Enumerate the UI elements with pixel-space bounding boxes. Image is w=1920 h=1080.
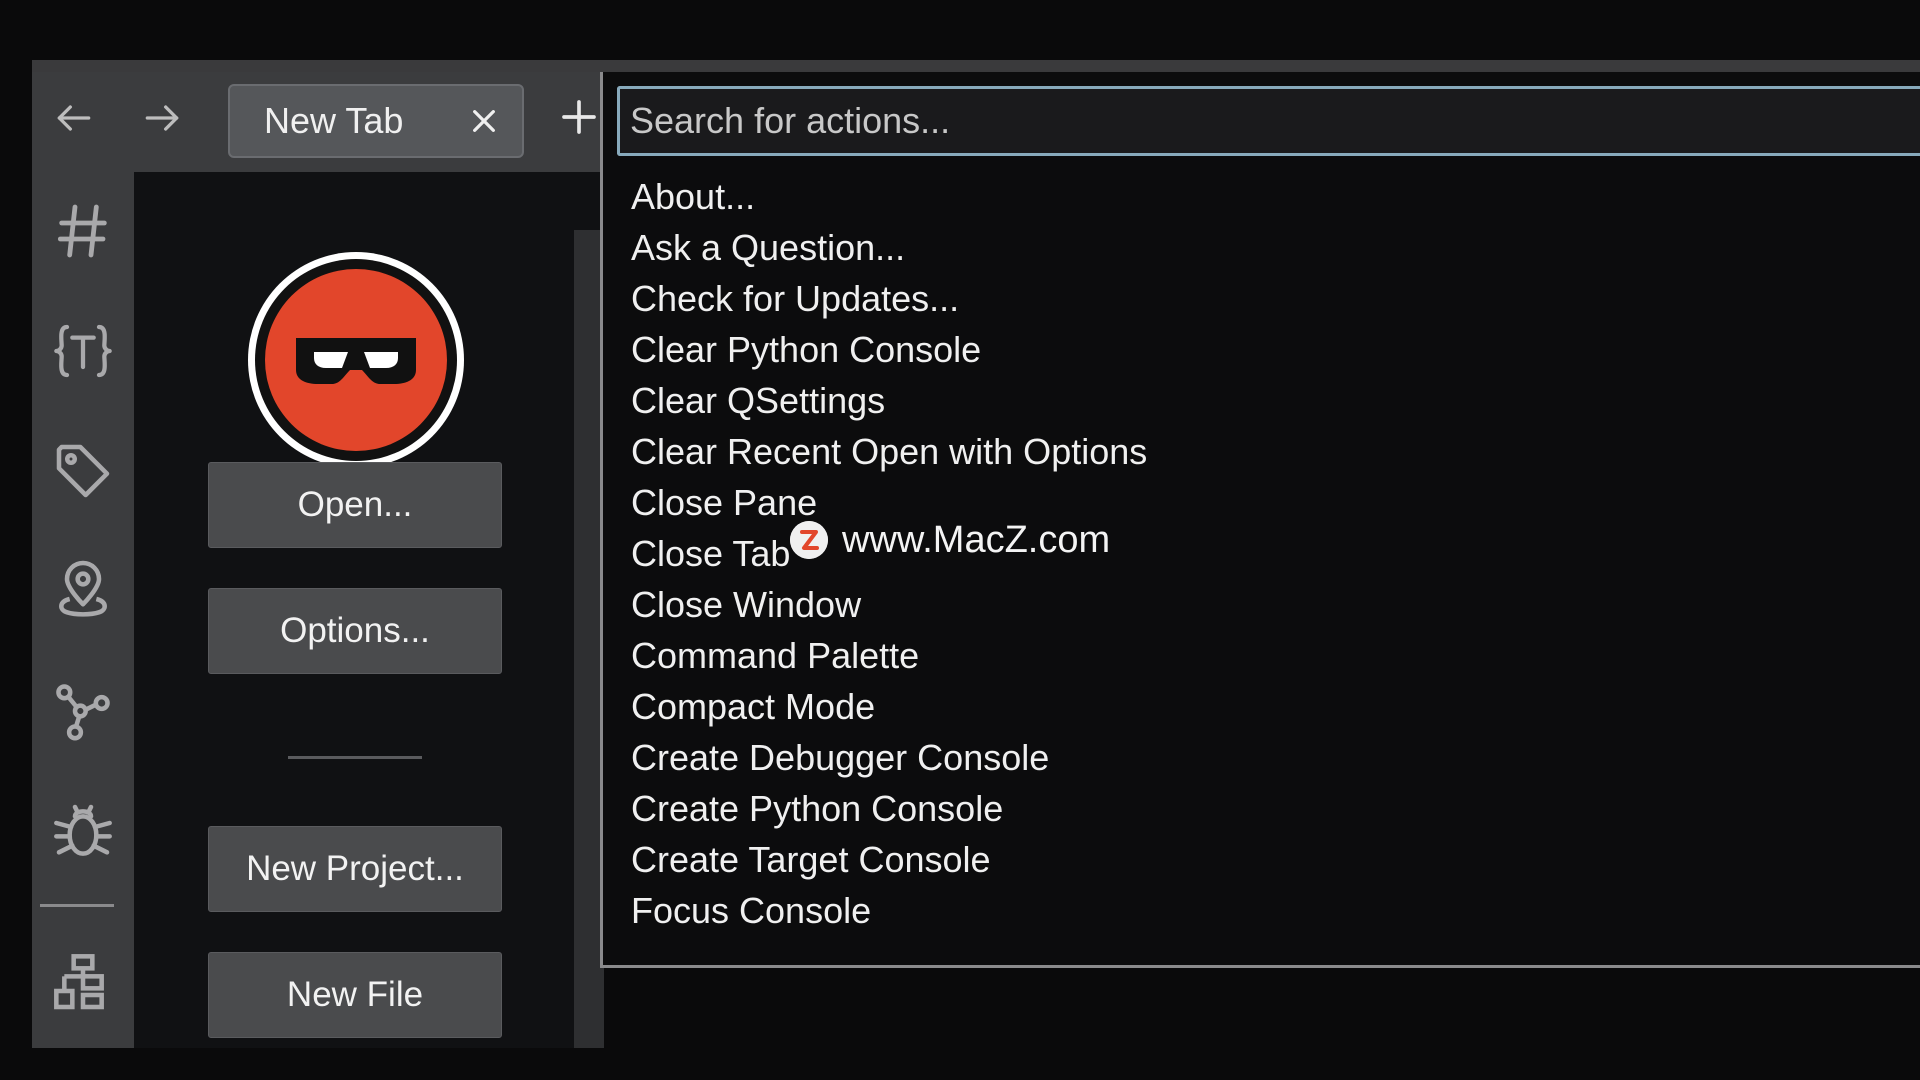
list-item[interactable]: Clear Python Console: [631, 325, 981, 375]
list-item[interactable]: Command Palette: [631, 631, 919, 681]
list-item[interactable]: Ask a Question...: [631, 223, 905, 273]
bug-icon: [54, 804, 112, 856]
list-item[interactable]: About...: [631, 172, 755, 222]
tab-label: New Tab: [264, 100, 404, 141]
location-pin-icon: [59, 560, 107, 617]
close-tab-button[interactable]: [466, 103, 502, 139]
sidebar-item-types[interactable]: [32, 306, 134, 396]
sidebar: [32, 172, 134, 1048]
app-logo: [248, 252, 464, 468]
add-tab-button[interactable]: [554, 92, 604, 142]
list-item[interactable]: Close Window: [631, 580, 861, 630]
arrow-right-icon: [145, 105, 179, 131]
sidebar-item-hierarchy[interactable]: [32, 938, 134, 1028]
watermark: www.MacZ.com: [790, 518, 1110, 562]
search-input[interactable]: [617, 86, 1920, 156]
list-item[interactable]: Close Tab: [631, 529, 790, 579]
list-item[interactable]: Create Python Console: [631, 784, 1003, 834]
tab-new-tab[interactable]: New Tab: [228, 84, 524, 158]
list-item[interactable]: Focus Console: [631, 886, 871, 936]
hierarchy-icon: [54, 954, 104, 1010]
type-braces-icon: [54, 324, 112, 378]
forward-button[interactable]: [132, 88, 192, 148]
tag-icon: [56, 444, 110, 498]
app-window: New Tab Open... Options... New Project..…: [0, 0, 1920, 1080]
sidebar-item-locations[interactable]: [32, 546, 134, 636]
content-divider: [288, 756, 422, 759]
hash-icon: [57, 204, 107, 258]
list-item[interactable]: Focus Cross References: [631, 937, 1027, 948]
sidebar-item-debugger[interactable]: [32, 786, 134, 876]
sidebar-divider: [40, 904, 114, 907]
tab-bar: New Tab: [32, 72, 604, 172]
close-icon: [473, 110, 495, 132]
graph-nodes-icon: [56, 684, 110, 741]
sidebar-item-tags[interactable]: [32, 426, 134, 516]
back-button[interactable]: [44, 88, 104, 148]
sidebar-item-graph[interactable]: [32, 666, 134, 756]
watermark-text: www.MacZ.com: [842, 518, 1111, 561]
new-project-button[interactable]: New Project...: [208, 826, 502, 912]
list-item[interactable]: Compact Mode: [631, 682, 875, 732]
plus-icon: [562, 100, 596, 134]
list-item[interactable]: Check for Updates...: [631, 274, 959, 324]
list-item[interactable]: Create Debugger Console: [631, 733, 1049, 783]
open-button[interactable]: Open...: [208, 462, 502, 548]
watermark-logo-icon: [790, 521, 828, 559]
sidebar-item-hash[interactable]: [32, 186, 134, 276]
options-button[interactable]: Options...: [208, 588, 502, 674]
list-item[interactable]: Create Target Console: [631, 835, 991, 885]
new-file-button[interactable]: New File: [208, 952, 502, 1038]
arrow-left-icon: [57, 105, 91, 131]
list-item[interactable]: Clear Recent Open with Options: [631, 427, 1147, 477]
list-item[interactable]: Clear QSettings: [631, 376, 885, 426]
glasses-logo-icon: [296, 338, 416, 384]
window-top-border: [32, 60, 1920, 72]
